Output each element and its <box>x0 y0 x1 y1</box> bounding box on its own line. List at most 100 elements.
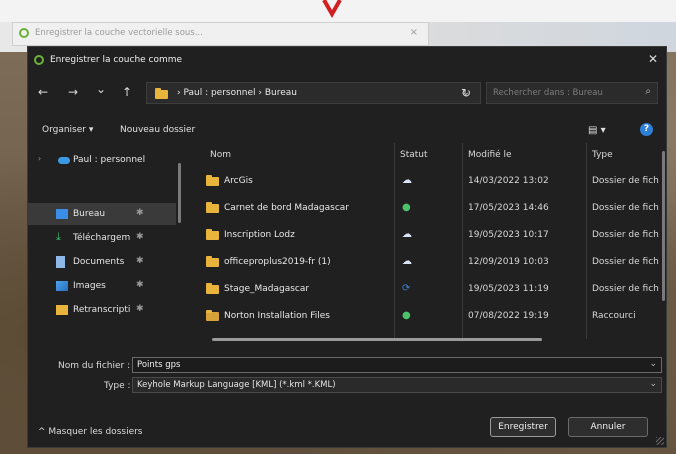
sidebar-item-label: Retranscripti <box>73 305 131 315</box>
organize-menu-button[interactable]: Organiser ▾ <box>42 125 93 135</box>
sidebar-item-personal[interactable]: › Paul : personnel <box>28 149 176 171</box>
list-item[interactable]: Inscription Lodz ☁ 19/05/2023 10:17 Doss… <box>180 225 666 245</box>
file-type: Dossier de fich <box>592 203 659 213</box>
file-modified: 19/05/2023 10:17 <box>468 230 549 240</box>
file-type: Raccourci <box>592 311 636 321</box>
sync-pending-icon: ⟳ <box>402 283 411 294</box>
pin-icon: ✱ <box>136 256 144 266</box>
file-modified: 14/03/2022 13:02 <box>468 176 549 186</box>
toolbar: Organiser ▾ Nouveau dossier ▤ ▾ ? <box>28 121 666 141</box>
back-arrow-icon[interactable]: ← <box>38 85 48 99</box>
list-item[interactable]: Carnet de bord Madagascar ● 17/05/2023 1… <box>180 198 666 218</box>
file-list-scrollbar[interactable] <box>662 151 665 301</box>
save-layer-dialog: Enregistrer la couche comme ✕ ← → ⌄ ↑ › … <box>27 46 667 448</box>
file-type-value: Keyhole Markup Language [KML] (*.kml *.K… <box>137 380 336 390</box>
horizontal-scrollbar[interactable] <box>212 338 542 341</box>
filename-value: Points gps <box>137 360 181 370</box>
folder-icon <box>206 202 219 213</box>
file-type-select[interactable]: Keyhole Markup Language [KML] (*.kml *.K… <box>132 377 662 393</box>
list-item[interactable]: ArcGis ☁ 14/03/2022 13:02 Dossier de fic… <box>180 171 666 191</box>
pin-icon: ✱ <box>136 304 144 314</box>
refresh-button[interactable]: ↻ <box>452 82 480 104</box>
file-type: Dossier de fich <box>592 284 659 294</box>
documents-icon <box>56 256 65 268</box>
filename-label: Nom du fichier : <box>58 361 131 371</box>
column-header-modified[interactable]: Modifié le <box>468 150 512 160</box>
file-name: officeproplus2019-fr (1) <box>224 257 331 267</box>
folder-icon <box>56 305 68 315</box>
search-placeholder: Rechercher dans : Bureau <box>493 88 603 98</box>
file-type: Dossier de fich <box>592 176 659 186</box>
file-modified: 12/09/2019 10:03 <box>468 257 549 267</box>
expand-chevron-icon[interactable]: › <box>38 154 41 163</box>
shortcut-folder-icon <box>206 310 219 321</box>
address-bar[interactable]: › Paul : personnel › Bureau ⌄ <box>146 82 481 104</box>
folder-icon <box>206 283 219 294</box>
file-list: Nom Statut Modifié le Type ArcGis ☁ 14/0… <box>180 143 666 343</box>
cloud-icon: ☁ <box>402 229 412 240</box>
pin-icon: ✱ <box>136 280 144 290</box>
type-label: Type : <box>104 381 131 391</box>
cancel-button[interactable]: Annuler <box>568 417 648 437</box>
file-name: Inscription Lodz <box>224 230 295 240</box>
desktop-icon <box>56 209 68 219</box>
filename-input[interactable]: Points gps ⌄ <box>132 357 662 373</box>
sidebar-item-label: Images <box>73 281 106 291</box>
images-icon <box>56 281 68 291</box>
hide-folders-toggle[interactable]: ^ Masquer les dossiers <box>38 427 143 437</box>
synced-check-icon: ● <box>402 202 411 213</box>
sidebar-item-bureau[interactable]: Bureau ✱ <box>28 203 176 225</box>
help-icon[interactable]: ? <box>640 123 653 136</box>
red-arrow-annotation <box>322 0 342 18</box>
sidebar-item-documents[interactable]: Documents ✱ <box>28 251 176 273</box>
dialog-footer: ^ Masquer les dossiers Enregistrer Annul… <box>28 407 666 447</box>
folder-icon <box>206 229 219 240</box>
dialog-title: Enregistrer la couche comme <box>50 55 183 65</box>
synced-check-icon: ● <box>402 310 411 321</box>
qgis-logo-icon <box>34 55 44 65</box>
cloud-icon <box>58 157 70 164</box>
sidebar-item-downloads[interactable]: ⤓ Téléchargem ✱ <box>28 227 176 249</box>
folder-icon <box>155 88 168 99</box>
qgis-logo-icon <box>19 28 29 38</box>
new-folder-button[interactable]: Nouveau dossier <box>120 125 195 135</box>
chevron-down-icon[interactable]: ⌄ <box>649 379 657 389</box>
view-options-icon[interactable]: ▤ ▾ <box>588 125 606 136</box>
pin-icon: ✱ <box>136 232 144 242</box>
history-chevron-icon[interactable]: ⌄ <box>96 82 106 96</box>
sidebar-item-label: Bureau <box>73 209 106 219</box>
forward-arrow-icon[interactable]: → <box>68 85 78 99</box>
sidebar-item-images[interactable]: Images ✱ <box>28 275 176 297</box>
save-button[interactable]: Enregistrer <box>490 417 556 437</box>
file-modified: 19/05/2023 11:19 <box>468 284 549 294</box>
file-name: Stage_Madagascar <box>224 284 310 294</box>
file-name: ArcGis <box>224 176 253 186</box>
up-arrow-icon[interactable]: ↑ <box>122 85 132 99</box>
back-save-dialog: Enregistrer la couche vectorielle sous..… <box>12 22 429 46</box>
column-headers: Nom Statut Modifié le Type <box>180 143 666 167</box>
download-icon: ⤓ <box>56 230 61 243</box>
dialog-titlebar: Enregistrer la couche comme ✕ <box>28 47 666 73</box>
cloud-icon: ☁ <box>402 256 412 267</box>
search-input[interactable]: Rechercher dans : Bureau ⌕ <box>486 82 658 104</box>
save-form: Nom du fichier : Points gps ⌄ Type : Key… <box>28 347 666 407</box>
resize-grip[interactable] <box>656 437 664 445</box>
close-icon[interactable]: × <box>410 27 418 38</box>
list-item[interactable]: Stage_Madagascar ⟳ 19/05/2023 11:19 Doss… <box>180 279 666 299</box>
file-modified: 17/05/2023 14:46 <box>468 203 549 213</box>
sidebar-item-retranscription[interactable]: Retranscripti ✱ <box>28 299 176 321</box>
close-button[interactable]: ✕ <box>648 52 658 66</box>
column-header-status[interactable]: Statut <box>400 150 428 160</box>
navigation-pane: › Paul : personnel Bureau ✱ ⤓ Télécharge… <box>28 143 181 343</box>
sidebar-item-label: Paul : personnel <box>73 155 146 165</box>
list-item[interactable]: Norton Installation Files ● 07/08/2022 1… <box>180 306 666 326</box>
file-name: Carnet de bord Madagascar <box>224 203 350 213</box>
breadcrumb[interactable]: › Paul : personnel › Bureau <box>177 88 297 98</box>
search-icon[interactable]: ⌕ <box>645 86 651 97</box>
column-header-name[interactable]: Nom <box>210 150 231 160</box>
list-item[interactable]: officeproplus2019-fr (1) ☁ 12/09/2019 10… <box>180 252 666 272</box>
column-header-type[interactable]: Type <box>592 150 613 160</box>
chevron-down-icon[interactable]: ⌄ <box>649 359 657 369</box>
pin-icon: ✱ <box>136 208 144 218</box>
sidebar-item-label: Téléchargem <box>73 233 131 243</box>
